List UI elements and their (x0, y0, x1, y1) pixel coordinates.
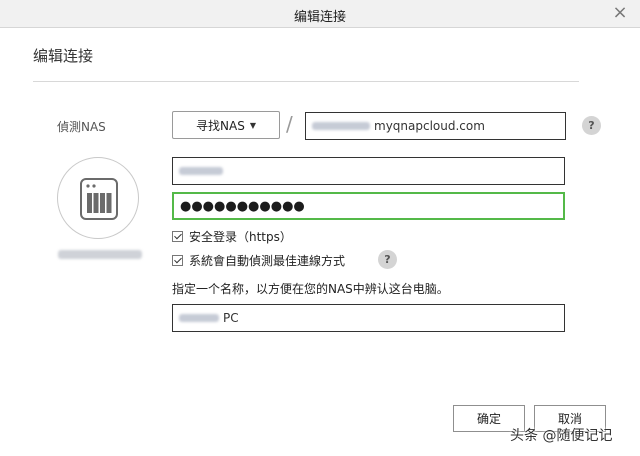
redacted-text (179, 314, 219, 322)
auto-detect-checkbox[interactable] (172, 254, 183, 266)
close-icon[interactable]: × (610, 3, 630, 23)
detect-nas-label: 偵測NAS (57, 120, 106, 134)
find-nas-button[interactable]: 寻找NAS ▼ (172, 111, 280, 139)
help-icon[interactable]: ? (378, 250, 397, 269)
computer-name-suffix: PC (223, 311, 239, 325)
nas-avatar (57, 157, 139, 239)
divider (33, 81, 579, 82)
redacted-text (179, 167, 223, 175)
nas-address-input[interactable]: myqnapcloud.com (305, 112, 566, 140)
password-mask: ●●●●●●●●●●● (180, 198, 305, 214)
auto-detect-option[interactable]: 系統會自動偵測最佳連線方式 (172, 252, 345, 268)
secure-login-label: 安全登录（https） (189, 229, 292, 244)
dialog-heading: 编辑连接 (33, 47, 94, 65)
host-separator: / (286, 112, 293, 136)
window-title: 编辑连接 (293, 10, 346, 25)
computer-name-input[interactable]: PC (172, 304, 565, 332)
nas-address-suffix: myqnapcloud.com (374, 119, 485, 133)
secure-login-option[interactable]: 安全登录（https） (172, 228, 292, 244)
nas-device-icon (80, 178, 118, 220)
find-nas-label: 寻找NAS (196, 118, 245, 133)
help-icon[interactable]: ? (582, 116, 601, 135)
device-name-redacted (58, 250, 142, 259)
redacted-text (312, 122, 370, 130)
name-hint-text: 指定一个名称，以方便在您的NAS中辨认这台电脑。 (172, 282, 449, 296)
password-input[interactable]: ●●●●●●●●●●● (172, 192, 565, 220)
secure-login-checkbox[interactable] (172, 230, 183, 242)
caret-down-icon: ▼ (249, 120, 256, 130)
username-input[interactable] (172, 157, 565, 185)
watermark: 头条 @随便记记 (510, 428, 613, 444)
title-bar: 编辑连接 × (0, 0, 640, 28)
auto-detect-label: 系統會自動偵測最佳連線方式 (189, 253, 346, 268)
